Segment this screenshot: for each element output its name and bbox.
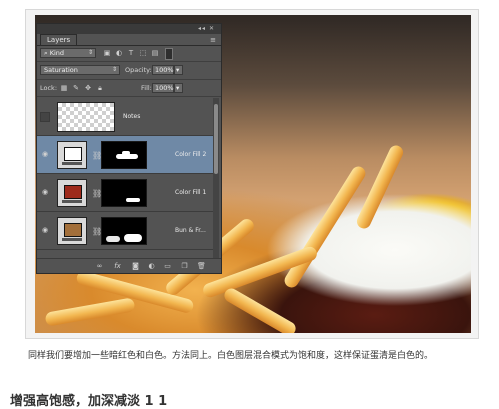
swatch-color xyxy=(64,147,82,161)
stepper-icon: ⇕ xyxy=(87,49,93,56)
article-caption: 同样我们要增加一些暗红色和白色。方法同上。白色图层混合模式为饱和度，这样保证蛋清… xyxy=(28,351,434,361)
divider xyxy=(37,61,221,62)
layer-name: Notes xyxy=(123,113,141,120)
layer-color-fill-2[interactable]: ◉ ⛓ Color Fill 2 xyxy=(37,136,213,174)
stepper-icon: ⇕ xyxy=(111,66,117,73)
fill-swatch[interactable] xyxy=(57,217,87,245)
link-icon[interactable]: ∞ xyxy=(95,262,104,270)
scrollbar-thumb[interactable] xyxy=(214,104,218,174)
layer-name: Color Fill 2 xyxy=(175,151,207,158)
blend-mode-select[interactable]: Saturation ⇕ xyxy=(40,65,120,75)
eye-icon[interactable]: ◉ xyxy=(40,226,50,234)
lock-label: Lock: xyxy=(40,84,58,92)
adjustment-icon[interactable]: ◐ xyxy=(147,262,156,270)
layer-bun-fries[interactable]: ◉ ⛓ Bun & Fr... xyxy=(37,212,213,250)
filter-row: ⌕ Kind ⇕ ▣ ◐ T ⬚ ▤ xyxy=(37,47,221,60)
mask-shape xyxy=(124,234,142,242)
mask-shape xyxy=(122,151,130,155)
lock-all-icon[interactable]: 🔒︎ xyxy=(96,84,104,92)
fry xyxy=(281,163,369,291)
lock-position-icon[interactable]: ✥ xyxy=(84,84,92,92)
collapse-icon[interactable]: ◂◂ ✕ xyxy=(198,25,215,32)
fill-dropdown[interactable]: ▾ xyxy=(174,83,183,93)
visibility-toggle[interactable] xyxy=(40,112,50,122)
type-filter-icon[interactable]: T xyxy=(127,49,135,57)
layers-scrollbar[interactable] xyxy=(213,98,219,258)
mask-shape xyxy=(106,236,120,242)
layer-thumbnail xyxy=(57,102,115,132)
mask-icon[interactable]: ◙ xyxy=(131,262,140,270)
new-layer-icon[interactable]: ❐ xyxy=(180,262,189,270)
divider xyxy=(37,96,221,97)
layer-mask-thumbnail[interactable] xyxy=(101,179,147,207)
layer-mask-thumbnail[interactable] xyxy=(101,141,147,169)
swatch-color xyxy=(64,185,82,199)
blend-mode-value: Saturation xyxy=(44,66,78,74)
eye-icon[interactable]: ◉ xyxy=(40,150,50,158)
fill-swatch[interactable] xyxy=(57,141,87,169)
fill-input[interactable]: 100% xyxy=(152,83,174,93)
chevron-down-icon: ▾ xyxy=(176,66,180,74)
fry xyxy=(44,297,136,327)
fill-swatch[interactable] xyxy=(57,179,87,207)
layer-color-fill-1[interactable]: ◉ ⛓ Color Fill 1 xyxy=(37,174,213,212)
smart-object-filter-icon[interactable]: ▤ xyxy=(151,49,159,57)
mask-shape xyxy=(126,198,140,202)
folder-icon[interactable]: ▭ xyxy=(163,262,172,270)
blend-row: Saturation ⇕ Opacity: 100% ▾ xyxy=(37,64,221,76)
swatch-color xyxy=(64,223,82,237)
filter-toggle[interactable] xyxy=(165,48,173,60)
swatch-base xyxy=(62,200,82,203)
layer-notes[interactable]: Notes xyxy=(37,98,213,136)
pixel-filter-icon[interactable]: ▣ xyxy=(103,49,111,57)
fx-icon[interactable]: fx xyxy=(113,262,122,270)
filter-kind-value: Kind xyxy=(49,49,65,57)
panel-titlebar[interactable]: ◂◂ ✕ xyxy=(37,24,221,34)
swatch-base xyxy=(62,162,82,165)
section-heading: 增强高饱感，加深减淡 1 1 xyxy=(10,394,168,409)
chevron-down-icon: ▾ xyxy=(176,84,180,92)
layer-name: Color Fill 1 xyxy=(175,189,207,196)
layer-mask-thumbnail[interactable] xyxy=(101,217,147,245)
fry xyxy=(221,285,299,333)
panel-footer: ∞ fx ◙ ◐ ▭ ❐ 🗑︎ xyxy=(37,258,221,273)
divider xyxy=(37,79,221,80)
eye-icon[interactable]: ◉ xyxy=(40,188,50,196)
adjustment-filter-icon[interactable]: ◐ xyxy=(115,49,123,57)
fill-label: Fill: xyxy=(141,84,152,92)
swatch-base xyxy=(62,238,82,241)
opacity-label: Opacity: xyxy=(125,66,152,74)
trash-icon[interactable]: 🗑︎ xyxy=(197,262,206,270)
opacity-input[interactable]: 100% xyxy=(152,65,174,75)
tab-divider xyxy=(37,45,221,46)
lock-transparent-icon[interactable]: ▦ xyxy=(60,84,68,92)
layer-name: Bun & Fr... xyxy=(175,227,206,234)
fry xyxy=(354,143,406,231)
opacity-dropdown[interactable]: ▾ xyxy=(174,65,183,75)
lock-row: Lock: ▦ ✎ ✥ 🔒︎ Fill: 100% ▾ xyxy=(37,82,221,94)
filter-kind-select[interactable]: ⌕ Kind ⇕ xyxy=(40,48,96,58)
panel-menu-icon[interactable]: ≡ xyxy=(210,36,216,44)
lock-paint-icon[interactable]: ✎ xyxy=(72,84,80,92)
layers-panel: ◂◂ ✕ Layers ≡ ⌕ Kind ⇕ ▣ ◐ T ⬚ ▤ Saturat… xyxy=(36,23,222,274)
shape-filter-icon[interactable]: ⬚ xyxy=(139,49,147,57)
